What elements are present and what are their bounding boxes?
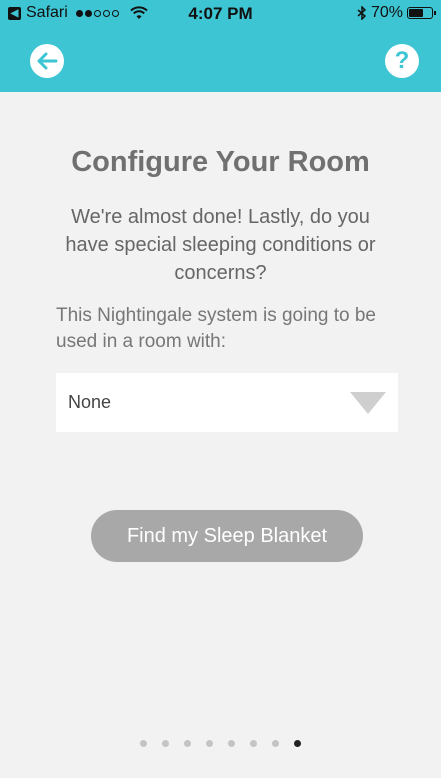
room-prompt: This Nightingale system is going to be u… xyxy=(56,305,376,352)
arrow-left-icon xyxy=(37,52,58,70)
status-bar: ◀ Safari 4:07 PM 70% xyxy=(0,0,441,28)
page-dot xyxy=(140,740,147,747)
page-dot xyxy=(272,740,279,747)
page-indicator xyxy=(0,740,441,747)
header: ◀ Safari 4:07 PM 70% ? xyxy=(0,0,441,92)
status-right: 70% xyxy=(357,4,436,22)
battery-percent: 70% xyxy=(370,4,403,21)
page-subtitle: We're almost done! Lastly, do you have s… xyxy=(65,206,376,284)
page-dot xyxy=(250,740,257,747)
help-button[interactable]: ? xyxy=(385,44,419,78)
page-title: Configure Your Room xyxy=(71,146,370,178)
page-dot xyxy=(206,740,213,747)
back-button[interactable] xyxy=(30,44,64,78)
page-dot xyxy=(228,740,235,747)
screen: ◀ Safari 4:07 PM 70% ? Configure Your Ro… xyxy=(0,0,441,778)
room-condition-value: None xyxy=(68,392,112,412)
question-mark-icon: ? xyxy=(394,47,410,74)
room-condition-select[interactable]: None xyxy=(56,373,398,432)
battery-icon xyxy=(407,7,436,19)
bluetooth-icon xyxy=(357,6,367,20)
find-sleep-blanket-button[interactable]: Find my Sleep Blanket xyxy=(91,510,363,562)
page-dot xyxy=(162,740,169,747)
page-dot-active xyxy=(294,740,301,747)
dropdown-triangle-icon xyxy=(350,392,386,414)
page-dot xyxy=(184,740,191,747)
